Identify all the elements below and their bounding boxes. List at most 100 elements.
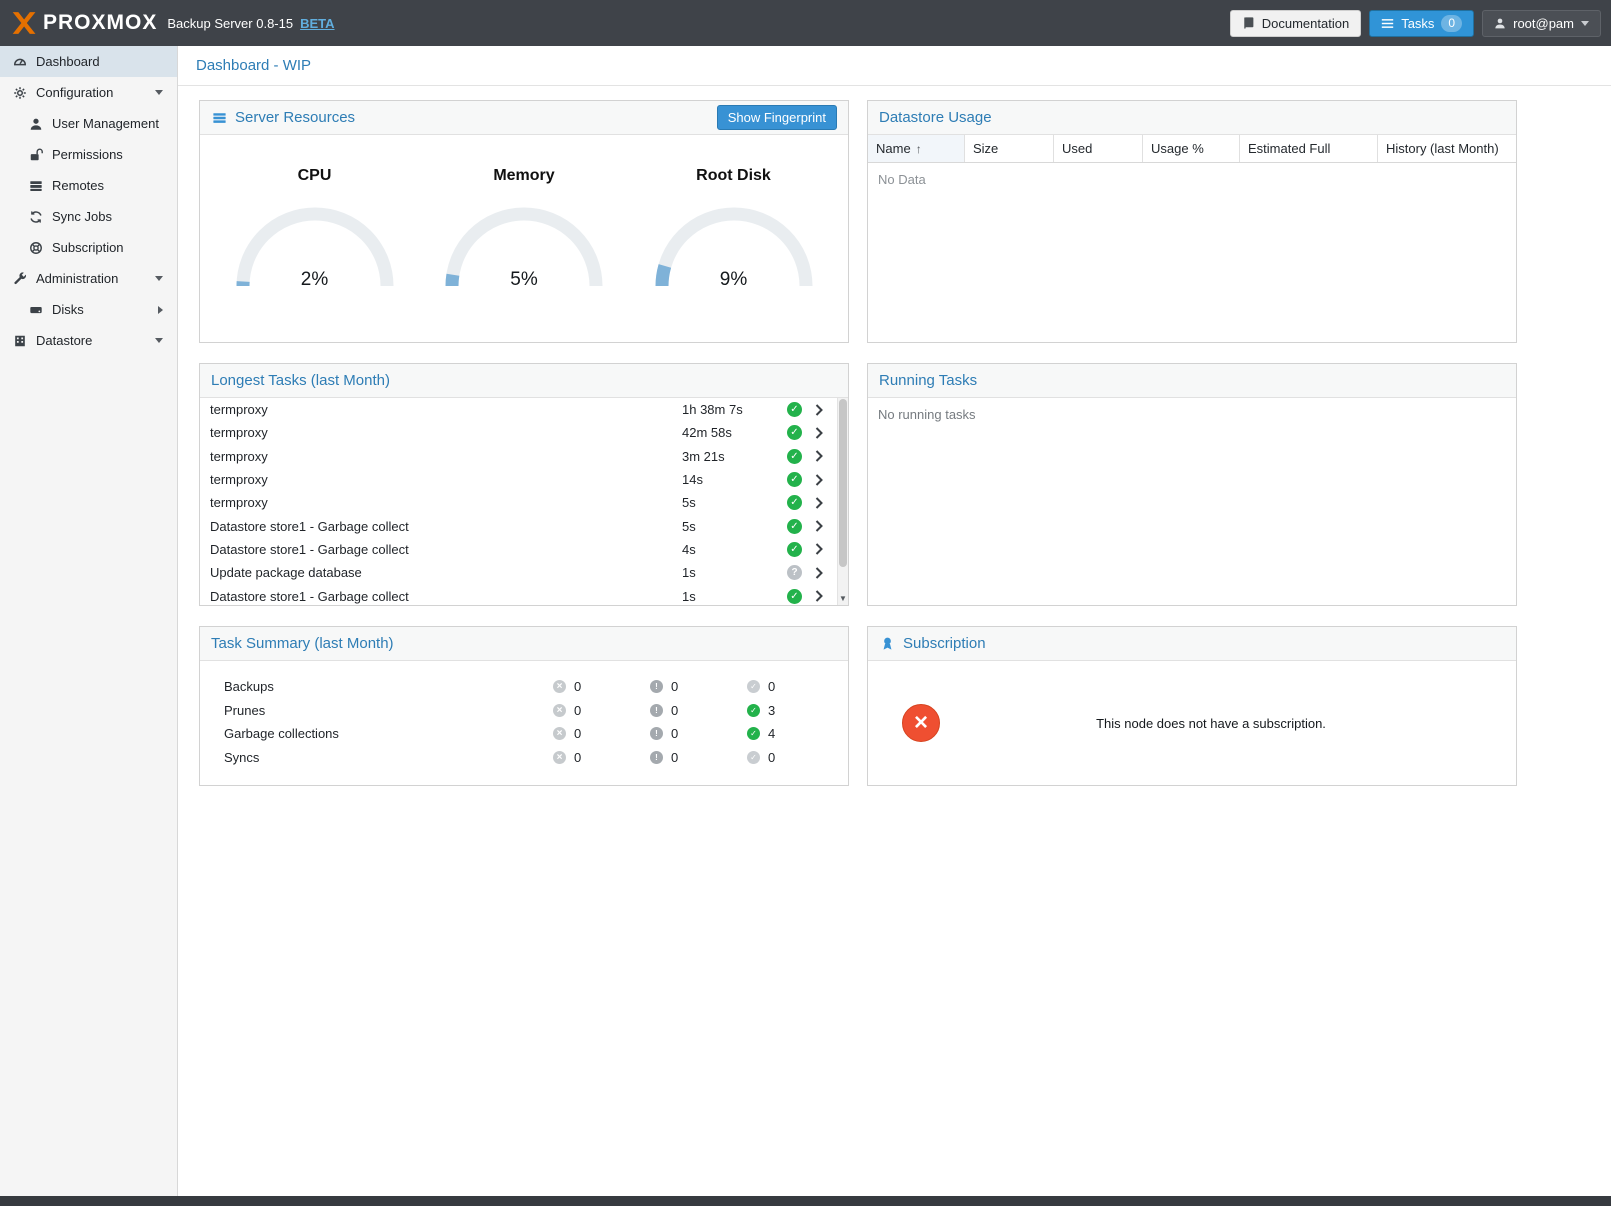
running-tasks-header: Running Tasks bbox=[868, 364, 1516, 398]
sidebar-item-sync-jobs[interactable]: Sync Jobs bbox=[0, 201, 177, 232]
chevron-down-icon[interactable] bbox=[155, 276, 163, 281]
subscription-ribbon-icon bbox=[879, 636, 895, 652]
chevron-right-icon[interactable] bbox=[158, 306, 163, 314]
sidebar-item-label: Subscription bbox=[52, 240, 124, 255]
documentation-button[interactable]: Documentation bbox=[1230, 10, 1361, 37]
panel-title: Task Summary (last Month) bbox=[211, 635, 394, 652]
task-status-icon bbox=[787, 565, 802, 580]
task-name: Datastore store1 - Garbage collect bbox=[210, 519, 682, 534]
book-icon bbox=[1242, 16, 1255, 30]
show-fingerprint-button[interactable]: Show Fingerprint bbox=[717, 105, 837, 130]
sidebar-item-label: Administration bbox=[36, 271, 118, 286]
sidebar-item-label: Configuration bbox=[36, 85, 113, 100]
chevron-right-icon[interactable] bbox=[802, 450, 836, 462]
sidebar-item-subscription[interactable]: Subscription bbox=[0, 232, 177, 263]
task-row[interactable]: termproxy 42m 58s bbox=[200, 421, 836, 444]
scrollbar[interactable]: ▼ bbox=[837, 398, 848, 605]
scrollbar-thumb[interactable] bbox=[839, 399, 847, 567]
sidebar-item-label: Remotes bbox=[52, 178, 104, 193]
ok-icon bbox=[747, 704, 760, 717]
summary-row-syncs: Syncs 0 0 0 bbox=[224, 746, 848, 770]
task-status-icon bbox=[787, 542, 802, 557]
column-header-used[interactable]: Used bbox=[1054, 135, 1143, 162]
task-row[interactable]: termproxy 14s bbox=[200, 468, 836, 491]
chevron-right-icon[interactable] bbox=[802, 590, 836, 602]
task-row[interactable]: termproxy 3m 21s bbox=[200, 445, 836, 468]
panel-title: Datastore Usage bbox=[879, 109, 992, 126]
task-summary-body: Backups 0 0 0 Prunes 0 0 3 Garbage colle… bbox=[200, 661, 848, 785]
warning-icon bbox=[650, 727, 663, 740]
user-name: root@pam bbox=[1513, 16, 1574, 31]
datastore-usage-body: Name ↑ Size Used Usage % Estimated Full … bbox=[868, 135, 1516, 342]
chevron-right-icon[interactable] bbox=[802, 543, 836, 555]
column-header-size[interactable]: Size bbox=[965, 135, 1054, 162]
task-list-icon bbox=[1381, 17, 1394, 30]
column-header-estimated-full[interactable]: Estimated Full bbox=[1240, 135, 1378, 162]
warning-icon bbox=[650, 680, 663, 693]
chevron-down-icon[interactable] bbox=[155, 338, 163, 343]
subscription-message: This node does not have a subscription. bbox=[940, 716, 1516, 731]
sidebar-item-user-management[interactable]: User Management bbox=[0, 108, 177, 139]
warning-count: 0 bbox=[671, 703, 678, 718]
ok-count: 0 bbox=[768, 679, 775, 694]
task-row[interactable]: Datastore store1 - Garbage collect 5s bbox=[200, 514, 836, 537]
task-duration: 1s bbox=[682, 589, 787, 604]
ok-icon bbox=[747, 751, 760, 764]
sidebar-item-label: Sync Jobs bbox=[52, 209, 112, 224]
gauge-value: 5% bbox=[439, 269, 609, 291]
column-header-usage-pct[interactable]: Usage % bbox=[1143, 135, 1240, 162]
error-count: 0 bbox=[574, 679, 581, 694]
chevron-right-icon[interactable] bbox=[802, 497, 836, 509]
chevron-right-icon[interactable] bbox=[802, 520, 836, 532]
server-icon bbox=[28, 178, 43, 193]
chevron-right-icon[interactable] bbox=[802, 474, 836, 486]
task-row[interactable]: termproxy 1h 38m 7s bbox=[200, 398, 836, 421]
column-header-history[interactable]: History (last Month) bbox=[1378, 135, 1516, 162]
task-status-icon bbox=[787, 589, 802, 604]
chevron-right-icon[interactable] bbox=[802, 427, 836, 439]
task-row[interactable]: Datastore store1 - Garbage collect 1s bbox=[200, 584, 836, 605]
task-row[interactable]: Datastore store1 - Garbage collect 4s bbox=[200, 538, 836, 561]
ok-count: 3 bbox=[768, 703, 775, 718]
wrench-icon bbox=[12, 271, 27, 286]
sidebar-item-remotes[interactable]: Remotes bbox=[0, 170, 177, 201]
gauge-label: CPU bbox=[220, 167, 410, 185]
panel-title: Longest Tasks (last Month) bbox=[211, 372, 390, 389]
scroll-down-button[interactable]: ▼ bbox=[838, 592, 848, 604]
sync-icon bbox=[28, 209, 43, 224]
gear-icon bbox=[12, 85, 27, 100]
sidebar-item-administration[interactable]: Administration bbox=[0, 263, 177, 294]
task-row[interactable]: termproxy 5s bbox=[200, 491, 836, 514]
beta-link[interactable]: BETA bbox=[300, 16, 334, 31]
chevron-right-icon[interactable] bbox=[802, 404, 836, 416]
sidebar-item-permissions[interactable]: Permissions bbox=[0, 139, 177, 170]
column-header-name[interactable]: Name ↑ bbox=[868, 135, 965, 162]
summary-row-prunes: Prunes 0 0 3 bbox=[224, 699, 848, 723]
tasks-button[interactable]: Tasks 0 bbox=[1369, 10, 1474, 37]
error-icon bbox=[553, 704, 566, 717]
top-bar: PROXMOX Backup Server 0.8-15 BETA Docume… bbox=[0, 0, 1611, 46]
error-icon bbox=[553, 751, 566, 764]
topbar-actions: Documentation Tasks 0 root@pam bbox=[1230, 10, 1601, 37]
chevron-down-icon[interactable] bbox=[155, 90, 163, 95]
gauge-label: Root Disk bbox=[639, 167, 829, 185]
sidebar-item-disks[interactable]: Disks bbox=[0, 294, 177, 325]
panel-title: Server Resources bbox=[235, 109, 355, 126]
main-area: Dashboard - WIP Server Resources Show Fi… bbox=[178, 46, 1611, 1196]
running-tasks-body: No running tasks bbox=[868, 398, 1516, 605]
user-menu-button[interactable]: root@pam bbox=[1482, 10, 1601, 37]
proxmox-x-icon bbox=[10, 10, 36, 36]
documentation-label: Documentation bbox=[1262, 16, 1349, 31]
task-summary-header: Task Summary (last Month) bbox=[200, 627, 848, 661]
support-icon bbox=[28, 240, 43, 255]
task-row[interactable]: Update package database 1s bbox=[200, 561, 836, 584]
task-name: termproxy bbox=[210, 449, 682, 464]
sidebar-item-configuration[interactable]: Configuration bbox=[0, 77, 177, 108]
sidebar-item-dashboard[interactable]: Dashboard bbox=[0, 46, 177, 77]
task-duration: 42m 58s bbox=[682, 425, 787, 440]
gauge-value: 2% bbox=[230, 269, 400, 291]
sidebar-item-datastore[interactable]: Datastore bbox=[0, 325, 177, 356]
table-header: Name ↑ Size Used Usage % Estimated Full … bbox=[868, 135, 1516, 163]
chevron-right-icon[interactable] bbox=[802, 567, 836, 579]
product-version: Backup Server 0.8-15 bbox=[167, 16, 293, 31]
